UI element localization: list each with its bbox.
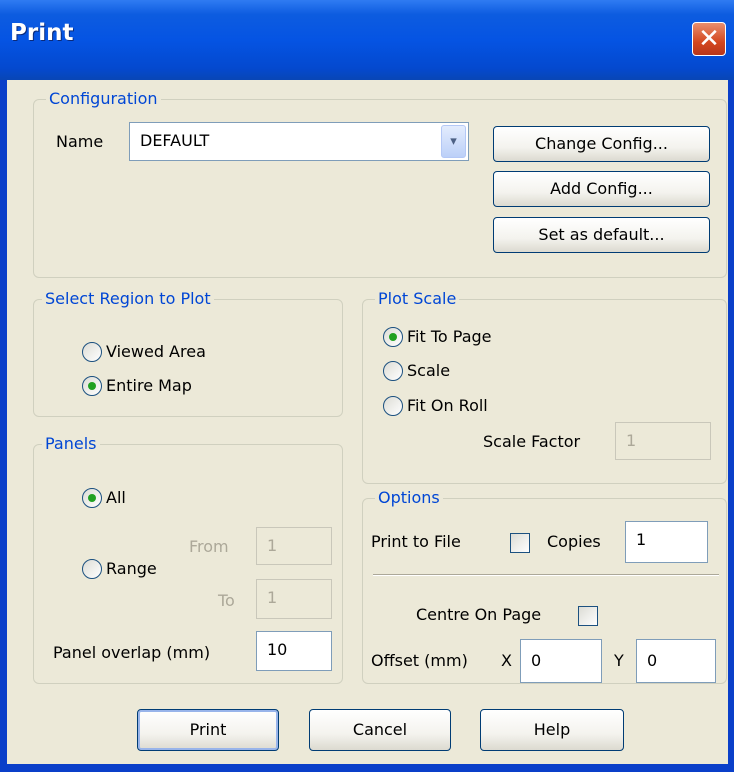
panel-overlap-input[interactable]: 10 (256, 631, 332, 671)
copies-label: Copies (547, 532, 601, 551)
offset-y-label: Y (614, 651, 624, 670)
name-label: Name (56, 132, 104, 151)
range-label[interactable]: Range (106, 559, 157, 579)
scale-radio[interactable] (383, 361, 403, 381)
print-to-file-label: Print to File (371, 532, 461, 551)
fit-on-roll-radio[interactable] (383, 396, 403, 416)
plot-scale-legend: Plot Scale (375, 288, 460, 310)
change-config-button[interactable]: Change Config... (493, 126, 710, 162)
config-dropdown-button[interactable]: ▾ (441, 125, 466, 158)
from-input[interactable]: 1 (256, 527, 332, 565)
all-radio[interactable] (82, 488, 102, 508)
help-label: Help (533, 720, 571, 739)
offset-x-label: X (501, 651, 512, 670)
copies-input[interactable]: 1 (625, 521, 708, 563)
window-title: Print (10, 20, 74, 46)
configuration-legend: Configuration (46, 88, 161, 110)
copies-value: 1 (636, 530, 647, 549)
dialog-body: Configuration Name DEFAULT ▾ Change Conf… (7, 80, 728, 764)
to-value: 1 (267, 588, 278, 607)
region-legend: Select Region to Plot (42, 288, 214, 310)
fit-to-page-label[interactable]: Fit To Page (407, 327, 492, 347)
cancel-label: Cancel (352, 720, 408, 739)
close-button[interactable]: ✕ (692, 22, 726, 56)
print-to-file-checkbox[interactable] (510, 533, 530, 553)
offset-y-input[interactable]: 0 (636, 639, 716, 683)
set-default-label: Set as default... (538, 225, 665, 244)
scale-label[interactable]: Scale (407, 361, 450, 381)
scale-factor-input[interactable]: 1 (615, 422, 711, 460)
config-name-select[interactable]: DEFAULT ▾ (129, 122, 469, 161)
set-default-button[interactable]: Set as default... (493, 217, 710, 253)
radio-selected-dot (88, 494, 96, 502)
region-group: Select Region to Plot Viewed Area Entire… (33, 288, 343, 417)
chevron-down-icon: ▾ (450, 134, 457, 149)
offset-x-input[interactable]: 0 (520, 639, 602, 683)
fit-on-roll-label[interactable]: Fit On Roll (407, 396, 488, 416)
print-label: Print (189, 720, 227, 739)
title-bar[interactable]: Print ✕ (0, 0, 734, 80)
close-icon: ✕ (698, 24, 720, 54)
add-config-button[interactable]: Add Config... (493, 171, 710, 207)
to-input[interactable]: 1 (256, 579, 332, 619)
add-config-label: Add Config... (550, 179, 653, 198)
print-button[interactable]: Print (137, 709, 279, 751)
plot-scale-group: Plot Scale Fit To Page Scale Fit On Roll… (362, 288, 727, 484)
entire-map-radio[interactable] (82, 376, 102, 396)
scale-factor-value: 1 (626, 431, 637, 450)
cancel-button[interactable]: Cancel (309, 709, 451, 751)
panels-legend: Panels (42, 433, 100, 455)
offset-label: Offset (mm) (371, 651, 468, 670)
from-value: 1 (267, 536, 278, 555)
panel-overlap-value: 10 (267, 640, 288, 659)
options-divider (373, 574, 719, 576)
options-legend: Options (375, 487, 443, 509)
offset-y-value: 0 (647, 651, 658, 670)
viewed-area-radio[interactable] (82, 342, 102, 362)
change-config-label: Change Config... (535, 134, 668, 153)
scale-factor-label: Scale Factor (483, 432, 581, 451)
centre-on-page-label: Centre On Page (416, 605, 542, 624)
help-button[interactable]: Help (480, 709, 624, 751)
options-group: Options Print to File Copies 1 Centre On… (362, 487, 727, 684)
offset-x-value: 0 (531, 651, 542, 670)
viewed-area-label[interactable]: Viewed Area (106, 342, 206, 362)
entire-map-label[interactable]: Entire Map (106, 376, 192, 396)
fit-to-page-radio[interactable] (383, 327, 403, 347)
configuration-group: Configuration Name DEFAULT ▾ Change Conf… (33, 88, 727, 278)
radio-selected-dot (389, 333, 397, 341)
config-name-value: DEFAULT (140, 131, 210, 150)
panels-group: Panels All From 1 Range To 1 Panel overl… (33, 433, 343, 684)
radio-selected-dot (88, 382, 96, 390)
range-radio[interactable] (82, 559, 102, 579)
to-label: To (218, 591, 235, 610)
panel-overlap-label: Panel overlap (mm) (53, 643, 211, 662)
from-label: From (189, 537, 229, 556)
all-label[interactable]: All (106, 488, 126, 508)
print-dialog-window: Print ✕ Configuration Name DEFAULT ▾ Cha… (0, 0, 734, 772)
centre-on-page-checkbox[interactable] (578, 606, 598, 626)
